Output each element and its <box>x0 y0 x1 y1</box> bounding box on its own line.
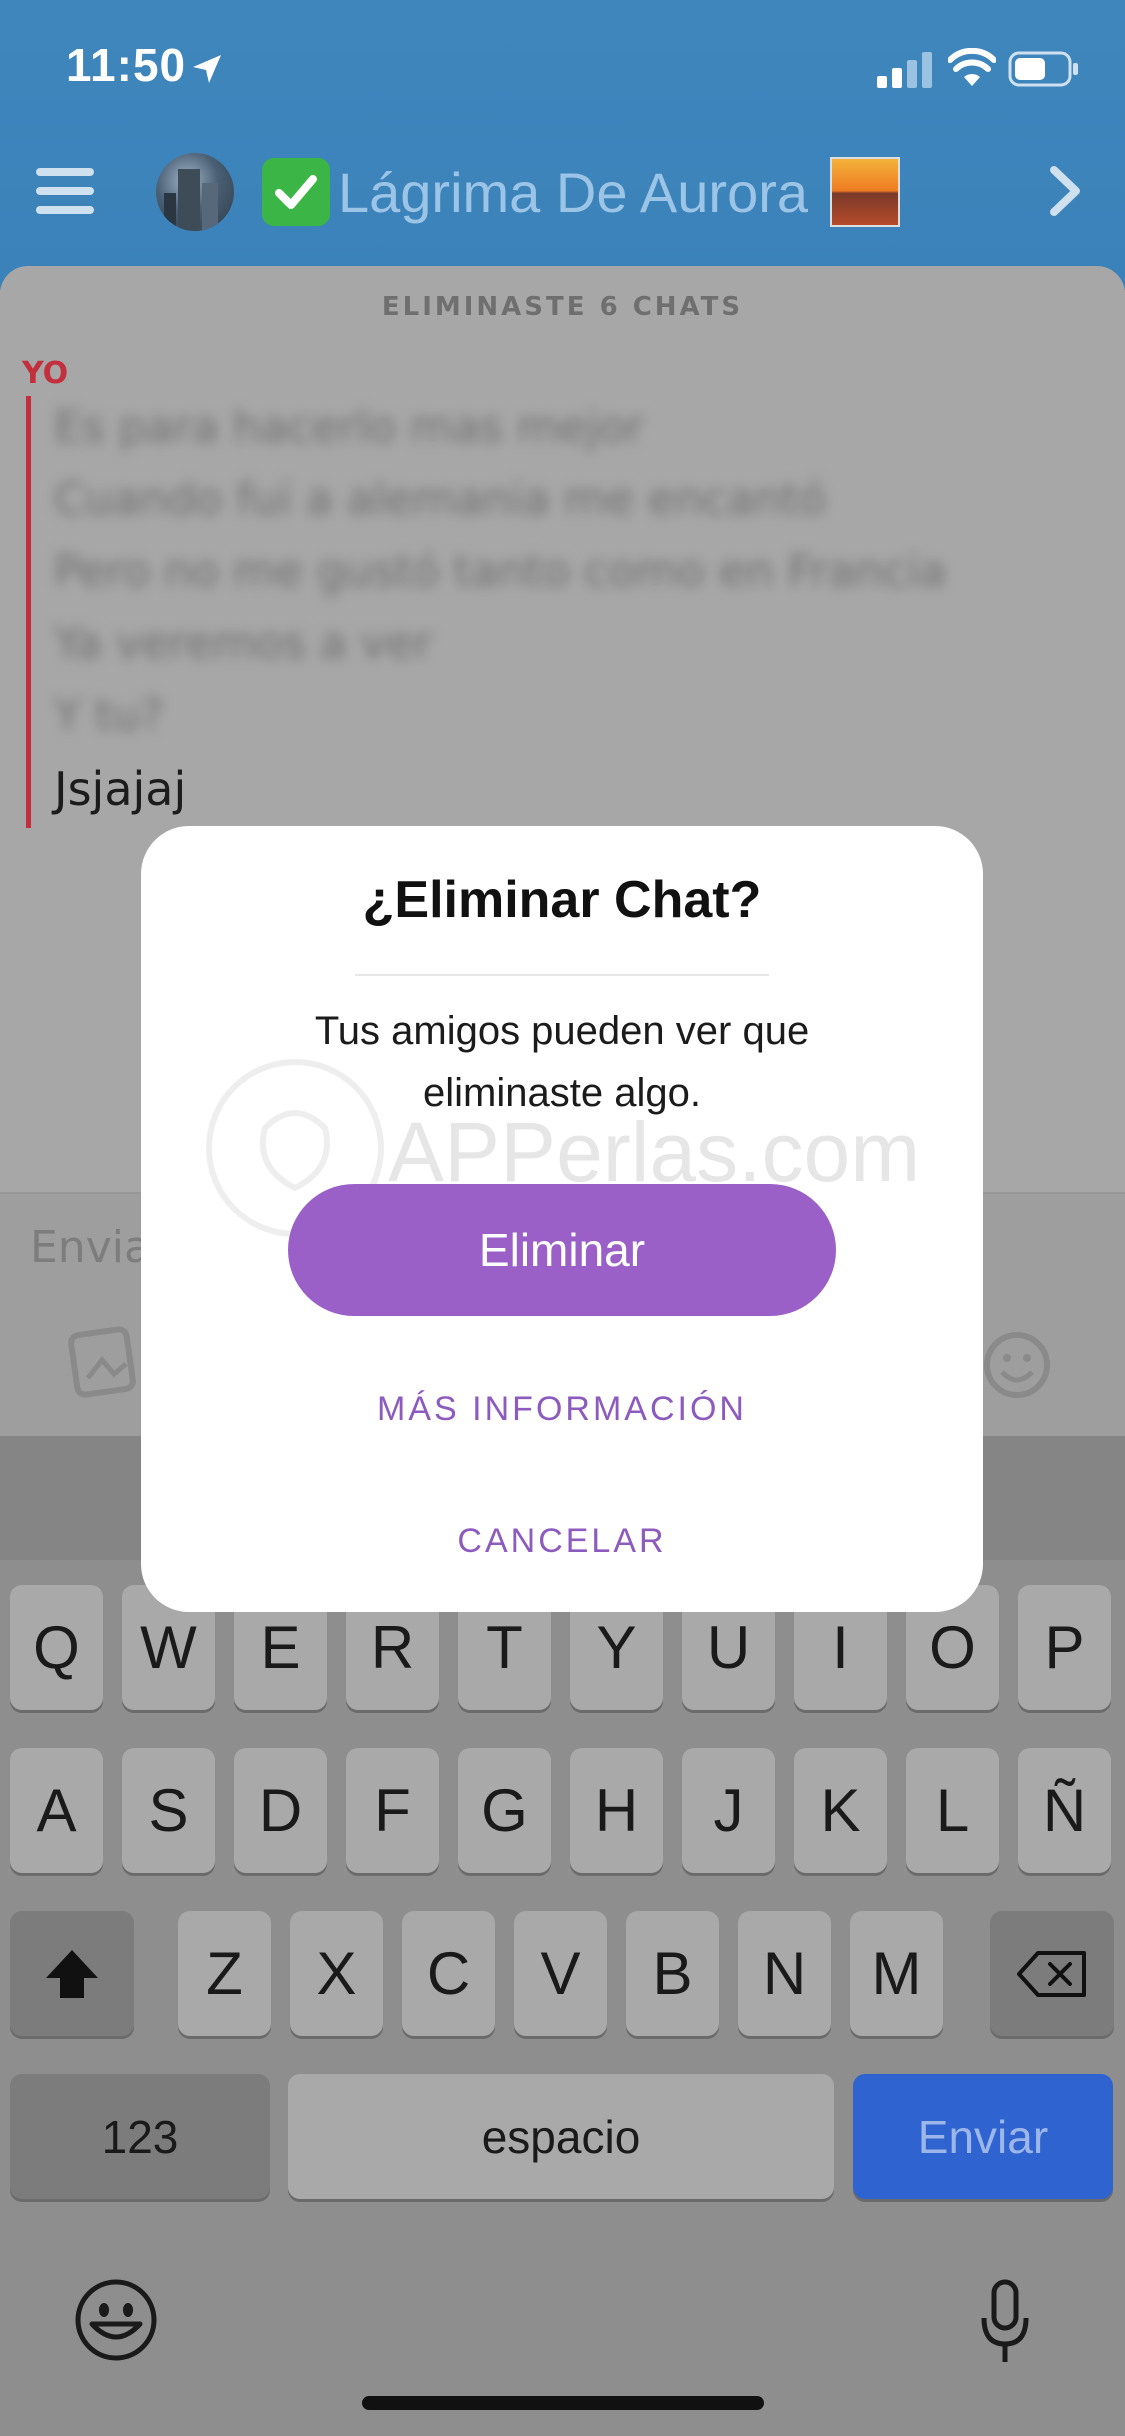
backspace-key[interactable] <box>990 1911 1114 2036</box>
wifi-icon <box>948 48 996 86</box>
chat-message: Es para hacerlo mas mejor <box>54 402 644 453</box>
key-m[interactable]: M <box>850 1911 943 2036</box>
checkmark-emoji-icon <box>262 158 330 226</box>
key-x[interactable]: X <box>290 1911 383 2036</box>
cancel-button[interactable]: CANCELAR <box>141 1522 983 1561</box>
delete-button[interactable]: Eliminar <box>288 1184 836 1316</box>
key-k[interactable]: K <box>794 1748 887 1873</box>
key-q[interactable]: Q <box>10 1585 103 1710</box>
key-j[interactable]: J <box>682 1748 775 1873</box>
more-info-link[interactable]: MÁS INFORMACIÓN <box>141 1390 983 1429</box>
sticker-icon[interactable] <box>68 1320 148 1400</box>
key-d[interactable]: D <box>234 1748 327 1873</box>
key-p[interactable]: P <box>1018 1585 1111 1710</box>
chat-title-group[interactable]: Lágrima De Aurora <box>262 150 901 234</box>
microphone-icon[interactable] <box>980 2278 1030 2368</box>
cellular-signal-icon <box>877 52 932 88</box>
smiley-icon[interactable] <box>982 1330 1052 1400</box>
chat-message: Pero no me gustó tanto como en Francia <box>54 546 947 597</box>
sender-label: YO <box>22 356 69 391</box>
key-l[interactable]: L <box>906 1748 999 1873</box>
chevron-right-icon[interactable] <box>1048 164 1082 218</box>
menu-icon[interactable] <box>36 166 94 216</box>
key-f[interactable]: F <box>346 1748 439 1873</box>
key-v[interactable]: V <box>514 1911 607 2036</box>
numbers-key[interactable]: 123 <box>10 2074 270 2199</box>
sunset-emoji-icon <box>830 157 901 227</box>
backspace-icon <box>1017 1950 1086 1997</box>
deleted-chats-note: ELIMINASTE 6 CHATS <box>381 292 744 322</box>
chat-title: Lágrima De Aurora <box>338 160 809 224</box>
shift-key[interactable] <box>10 1911 134 2036</box>
space-key[interactable]: espacio <box>288 2074 834 2199</box>
key-a[interactable]: A <box>10 1748 103 1873</box>
key-h[interactable]: H <box>570 1748 663 1873</box>
key-b[interactable]: B <box>626 1911 719 2036</box>
dialog-divider <box>355 974 769 976</box>
key-n-tilde[interactable]: Ñ <box>1018 1748 1111 1873</box>
battery-icon <box>1008 51 1078 87</box>
message-input[interactable]: Envia <box>30 1222 151 1273</box>
key-g[interactable]: G <box>458 1748 551 1873</box>
avatar[interactable] <box>156 153 234 231</box>
key-c[interactable]: C <box>402 1911 495 2036</box>
emoji-keyboard-icon[interactable] <box>74 2278 158 2362</box>
chat-message: Y tu? <box>54 690 164 741</box>
shift-arrow-icon <box>46 1949 98 1998</box>
avatar-building-image <box>164 169 218 231</box>
key-s[interactable]: S <box>122 1748 215 1873</box>
key-z[interactable]: Z <box>178 1911 271 2036</box>
chat-message: Cuando fui a alemania me encantó <box>54 474 827 525</box>
status-time: 11:50 <box>66 39 187 91</box>
dialog-title: ¿Eliminar Chat? <box>362 871 762 929</box>
sender-bar <box>26 396 31 828</box>
send-key[interactable]: Enviar <box>853 2074 1113 2199</box>
dialog-message-line: Tus amigos pueden ver que <box>314 1009 810 1053</box>
home-indicator <box>362 2396 764 2410</box>
chat-message: Ya veremos a ver <box>54 618 432 669</box>
chat-message: Jsjajaj <box>54 762 187 816</box>
key-n[interactable]: N <box>738 1911 831 2036</box>
location-arrow-icon <box>193 55 221 83</box>
